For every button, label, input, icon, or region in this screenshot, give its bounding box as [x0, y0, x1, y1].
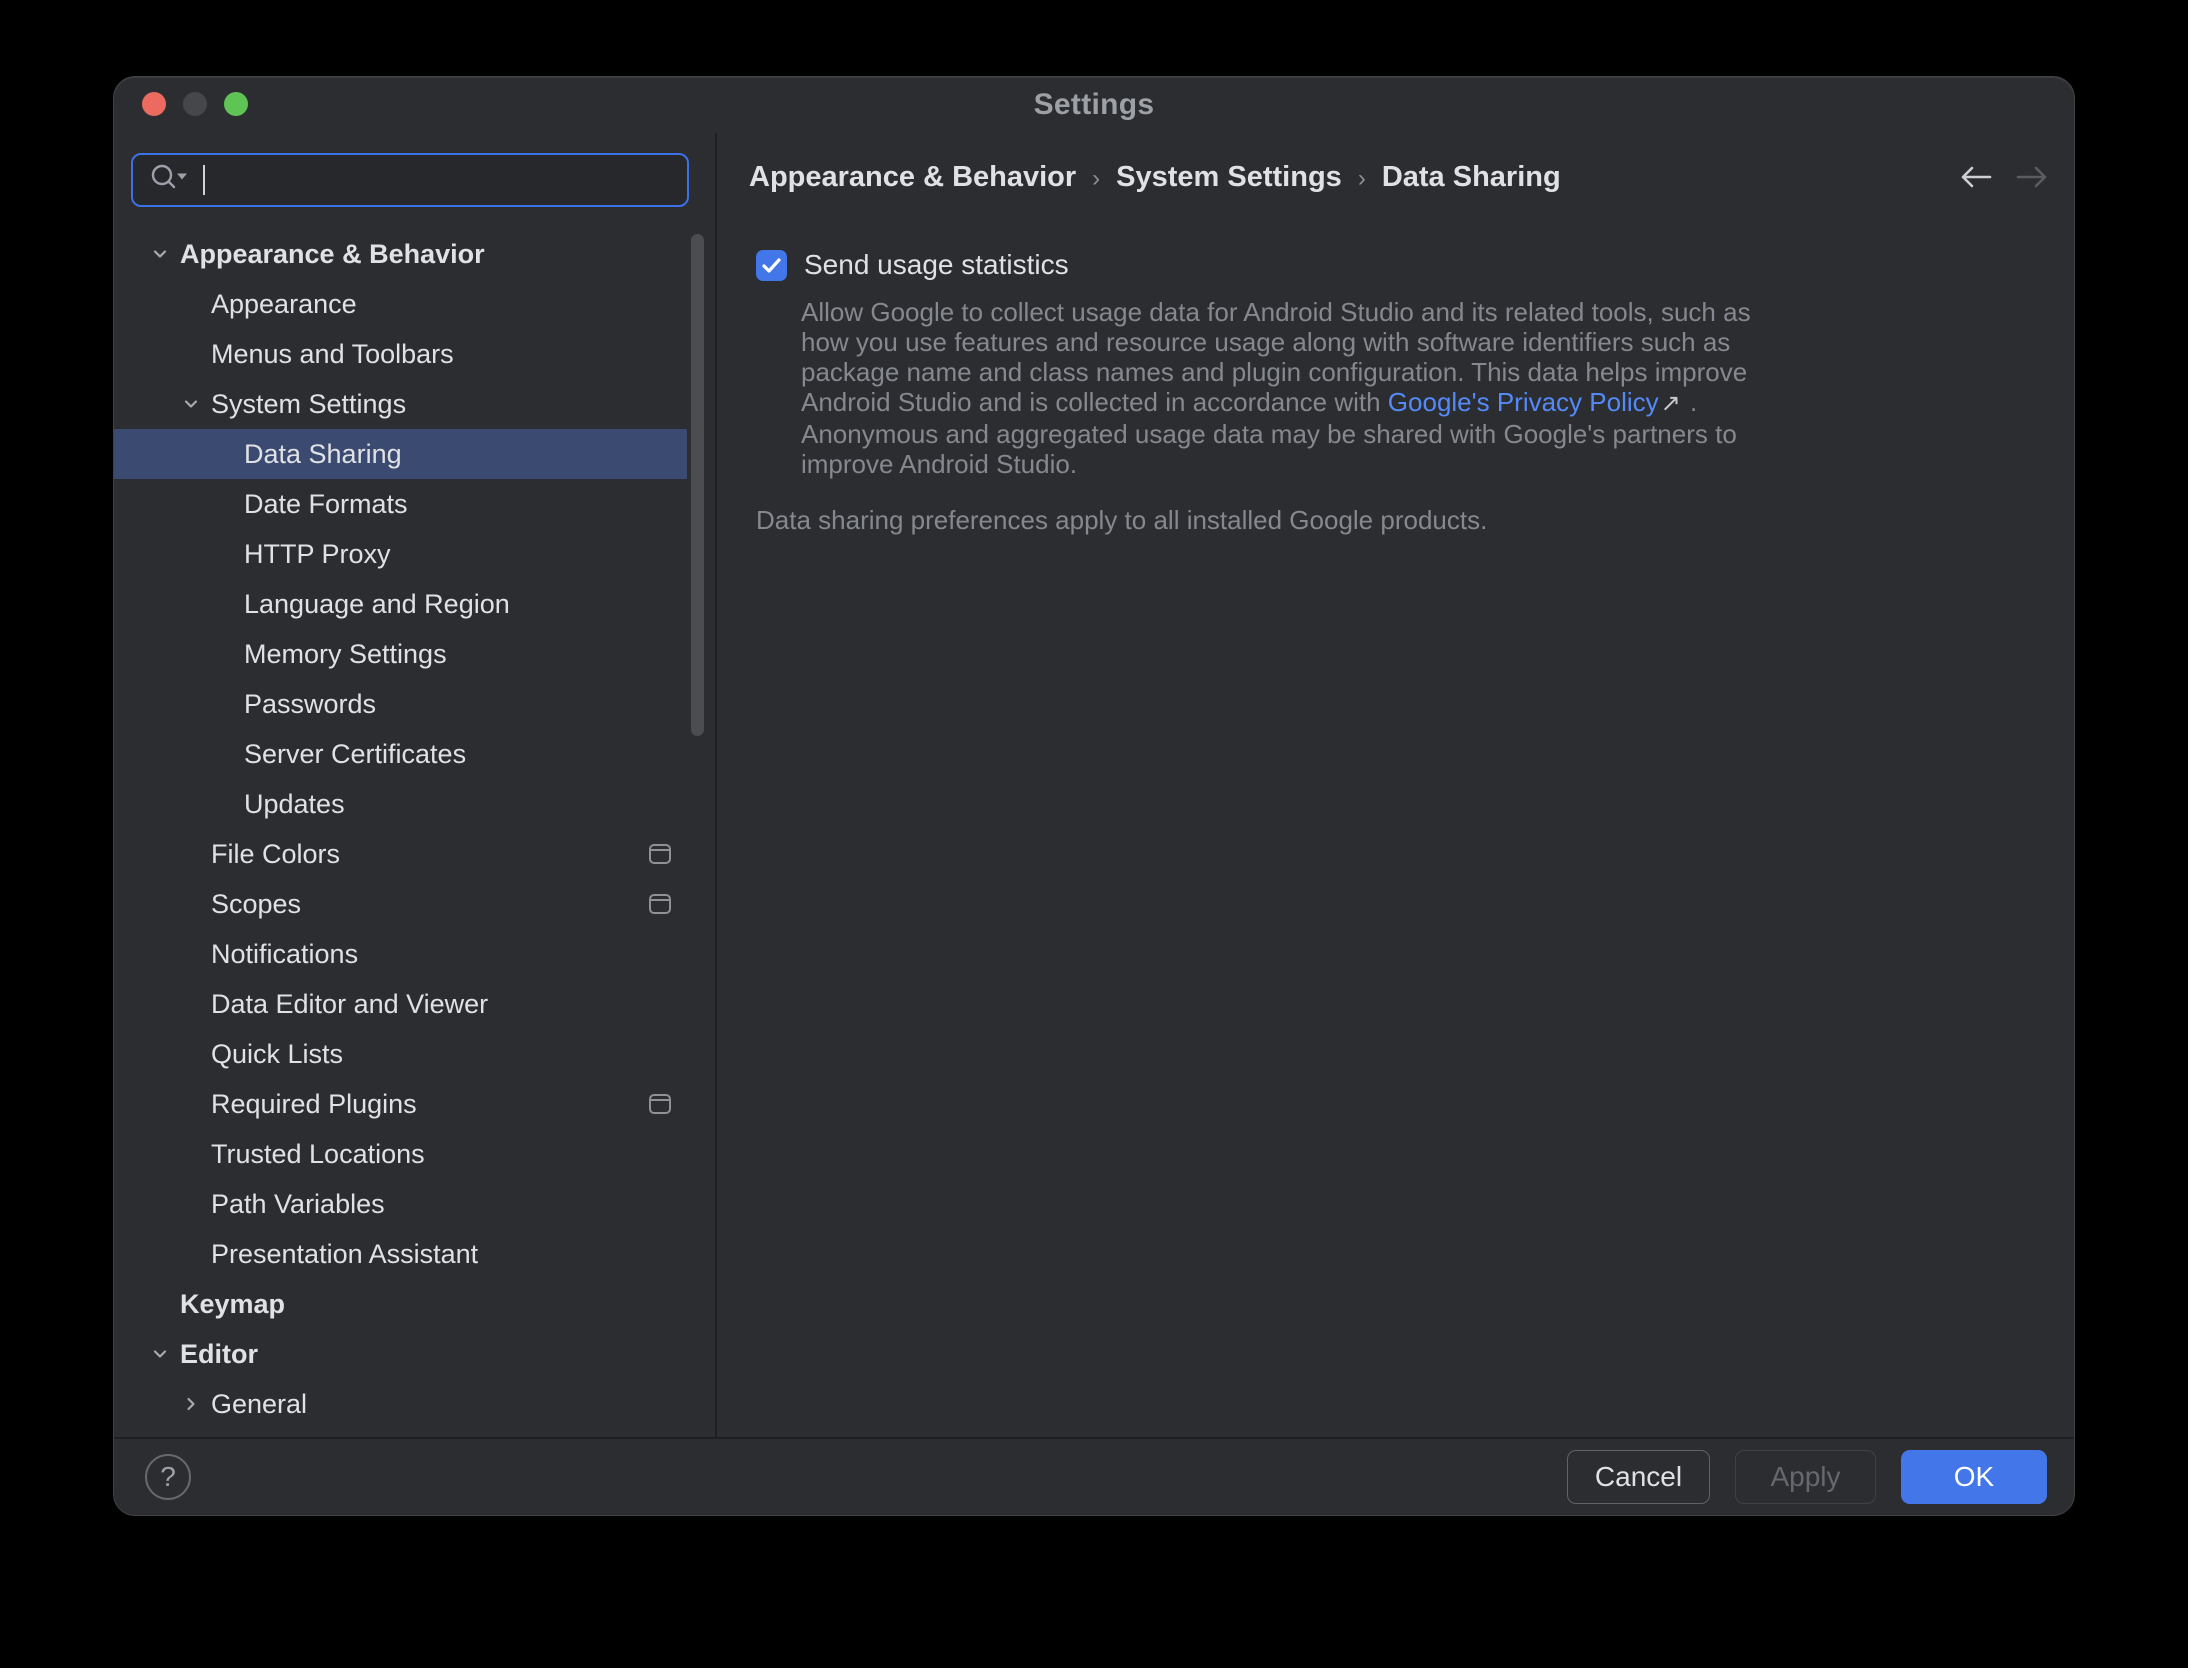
sidebar-item-label: Editor: [180, 1339, 258, 1370]
sidebar-item-http-proxy[interactable]: HTTP Proxy: [114, 529, 687, 579]
sidebar-item-label: Data Editor and Viewer: [211, 989, 488, 1020]
search-dropdown-arrow: [177, 173, 187, 179]
sidebar-item-label: Updates: [244, 789, 345, 820]
sidebar-item-general[interactable]: General: [114, 1379, 687, 1429]
breadcrumb-item[interactable]: Data Sharing: [1382, 161, 1561, 194]
sidebar-item-label: Presentation Assistant: [211, 1239, 478, 1270]
sidebar-item-memory-settings[interactable]: Memory Settings: [114, 629, 687, 679]
cancel-button[interactable]: Cancel: [1567, 1450, 1710, 1504]
breadcrumb: Appearance & Behavior › System Settings › Da…: [749, 161, 1561, 194]
sidebar-item-label: HTTP Proxy: [244, 539, 391, 570]
chevron-down-icon[interactable]: [178, 391, 211, 417]
checkmark-icon: [758, 252, 785, 279]
privacy-policy-link[interactable]: Google's Privacy Policy: [1388, 387, 1659, 417]
search-icon[interactable]: [147, 160, 191, 201]
help-button[interactable]: ?: [145, 1454, 191, 1500]
sidebar-item-menus-and-toolbars[interactable]: Menus and Toolbars: [114, 329, 687, 379]
sidebar-item-label: Path Variables: [211, 1189, 385, 1220]
sidebar-item-system-settings[interactable]: System Settings: [114, 379, 687, 429]
sidebar-item-label: Passwords: [244, 689, 376, 720]
chevron-down-icon[interactable]: [147, 241, 180, 267]
sidebar-item-label: General: [211, 1389, 307, 1420]
back-button[interactable]: [1956, 163, 1996, 191]
sidebar-item-appearance-behavior[interactable]: Appearance & Behavior: [114, 229, 687, 279]
settings-window: Settings Appearance & Behavior Appearanc…: [113, 76, 2075, 1516]
sidebar-item-path-variables[interactable]: Path Variables: [114, 1179, 687, 1229]
sidebar-item-label: Quick Lists: [211, 1039, 343, 1070]
external-link-icon: ↗: [1659, 390, 1683, 417]
window-icon: [649, 844, 671, 864]
sidebar-item-notifications[interactable]: Notifications: [114, 929, 687, 979]
sidebar-item-quick-lists[interactable]: Quick Lists: [114, 1029, 687, 1079]
breadcrumb-item[interactable]: Appearance & Behavior: [749, 161, 1076, 194]
sidebar-item-presentation-assistant[interactable]: Presentation Assistant: [114, 1229, 687, 1279]
chevron-right-icon[interactable]: [178, 1391, 211, 1417]
settings-tree: Appearance & Behavior Appearance Menus a…: [114, 229, 715, 1429]
sidebar-item-label: Appearance: [211, 289, 357, 320]
sidebar-item-label: Memory Settings: [244, 639, 447, 670]
apply-button: Apply: [1735, 1450, 1876, 1504]
titlebar: Settings: [114, 77, 2074, 133]
window-icon: [649, 1094, 671, 1114]
breadcrumb-item[interactable]: System Settings: [1116, 161, 1342, 194]
sidebar-scrollbar[interactable]: [691, 234, 704, 736]
breadcrumb-separator: ›: [1092, 165, 1100, 193]
settings-search-input[interactable]: [131, 153, 689, 207]
sidebar-item-label: System Settings: [211, 389, 406, 420]
sidebar-item-passwords[interactable]: Passwords: [114, 679, 687, 729]
sidebar-item-label: Server Certificates: [244, 739, 466, 770]
ok-button[interactable]: OK: [1901, 1450, 2047, 1504]
sidebar-item-appearance[interactable]: Appearance: [114, 279, 687, 329]
text-caret: [203, 165, 205, 195]
sidebar-item-scopes[interactable]: Scopes: [114, 879, 687, 929]
sidebar-item-label: Date Formats: [244, 489, 408, 520]
sidebar-item-trusted-locations[interactable]: Trusted Locations: [114, 1129, 687, 1179]
breadcrumb-separator: ›: [1358, 165, 1366, 193]
sidebar-item-label: Menus and Toolbars: [211, 339, 454, 370]
sidebar-item-data-sharing[interactable]: Data Sharing: [114, 429, 687, 479]
window-icon: [649, 894, 671, 914]
chevron-down-icon[interactable]: [147, 1341, 180, 1367]
sidebar-item-keymap[interactable]: Keymap: [114, 1279, 687, 1329]
sidebar-item-updates[interactable]: Updates: [114, 779, 687, 829]
dialog-footer: ? Cancel Apply OK: [114, 1437, 2074, 1515]
sidebar-item-label: Required Plugins: [211, 1089, 417, 1120]
sidebar-item-data-editor-and-viewer[interactable]: Data Editor and Viewer: [114, 979, 687, 1029]
sidebar-item-label: Keymap: [180, 1289, 285, 1320]
sidebar-item-language-and-region[interactable]: Language and Region: [114, 579, 687, 629]
send-usage-statistics-checkbox[interactable]: [756, 250, 787, 281]
sidebar-item-label: File Colors: [211, 839, 340, 870]
sidebar-item-label: Appearance & Behavior: [180, 239, 485, 270]
sidebar-item-label: Language and Region: [244, 589, 510, 620]
sidebar-item-editor[interactable]: Editor: [114, 1329, 687, 1379]
sidebar-item-label: Scopes: [211, 889, 301, 920]
sidebar-item-label: Data Sharing: [244, 439, 402, 470]
window-title: Settings: [114, 77, 2074, 133]
sidebar-item-required-plugins[interactable]: Required Plugins: [114, 1079, 687, 1129]
forward-button[interactable]: [2012, 163, 2052, 191]
sidebar-item-label: Trusted Locations: [211, 1139, 425, 1170]
sidebar-item-file-colors[interactable]: File Colors: [114, 829, 687, 879]
checkbox-label[interactable]: Send usage statistics: [804, 249, 1069, 281]
usage-statistics-description: Allow Google to collect usage data for A…: [801, 297, 1769, 479]
sidebar-item-label: Notifications: [211, 939, 358, 970]
data-sharing-note: Data sharing preferences apply to all in…: [756, 505, 1487, 536]
settings-content: Appearance & Behavior › System Settings › Da…: [717, 133, 2074, 1437]
sidebar-item-server-certificates[interactable]: Server Certificates: [114, 729, 687, 779]
sidebar-item-date-formats[interactable]: Date Formats: [114, 479, 687, 529]
